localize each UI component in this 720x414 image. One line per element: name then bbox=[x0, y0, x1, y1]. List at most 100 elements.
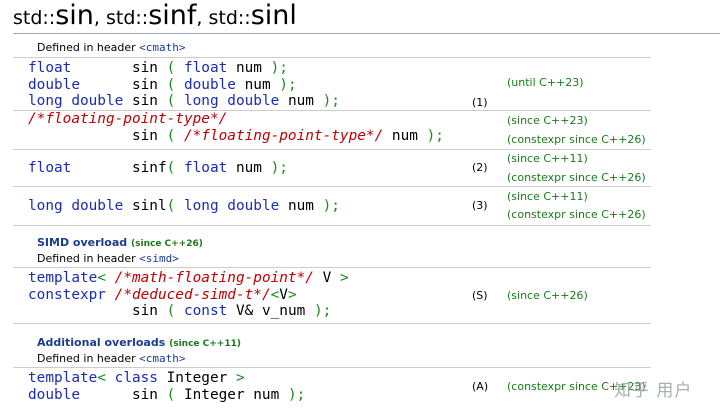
title-separator: , bbox=[93, 7, 106, 29]
overload-number: (2) bbox=[472, 161, 488, 174]
code-line: long double sin ( long double num ); bbox=[28, 93, 340, 110]
code-keyword: float bbox=[183, 160, 228, 176]
overload-number: (A) bbox=[472, 380, 489, 393]
title-divider bbox=[13, 33, 720, 34]
defined-in-header: Defined in header <cmath> bbox=[37, 352, 186, 365]
code-punctuation: ); bbox=[279, 76, 297, 93]
code-text: sin bbox=[28, 127, 167, 144]
code-text: num bbox=[235, 76, 280, 93]
row-divider bbox=[13, 225, 651, 226]
code-keyword: double bbox=[28, 386, 80, 403]
code-punctuation: ( bbox=[166, 93, 176, 109]
section-title-text: Additional overloads bbox=[37, 336, 166, 349]
header-link-cmath[interactable]: <cmath> bbox=[139, 352, 185, 365]
declaration-2: float sinf( float num ); bbox=[28, 160, 288, 177]
code-keyword: const bbox=[183, 303, 228, 319]
code-keyword: long double bbox=[183, 198, 280, 214]
code-punctuation: ); bbox=[270, 60, 288, 76]
title-namespace: std:: bbox=[13, 7, 56, 29]
code-punctuation: > bbox=[287, 286, 297, 303]
defined-in-header: Defined in header <simd> bbox=[37, 252, 179, 265]
code-punctuation: ( bbox=[166, 160, 176, 176]
code-text: V& v_num bbox=[227, 303, 314, 319]
code-text: num bbox=[227, 60, 271, 76]
declaration-3: long double sinl( long double num ); bbox=[28, 198, 340, 215]
code-text: sin bbox=[79, 386, 167, 403]
watermark: 知乎 用户 bbox=[614, 381, 693, 401]
header-label: Defined in header bbox=[37, 352, 140, 365]
code-comment: /*floating-point-type*/ bbox=[183, 127, 384, 144]
code-text: num bbox=[279, 93, 323, 109]
code-punctuation: ( bbox=[166, 60, 176, 76]
code-punctuation: ( bbox=[166, 303, 176, 319]
code-keyword: long double bbox=[28, 93, 124, 109]
code-keyword: constexpr bbox=[28, 286, 106, 303]
code-line: constexpr /*deduced-simd-t*/<V> bbox=[28, 287, 349, 304]
title-namespace: std:: bbox=[208, 7, 251, 29]
row-divider bbox=[13, 149, 651, 150]
page-title: std::sin, std::sinf, std::sinl bbox=[13, 0, 297, 32]
code-punctuation: ); bbox=[322, 93, 340, 109]
code-punctuation: < bbox=[97, 270, 106, 286]
code-line: float sinf( float num ); bbox=[28, 160, 288, 177]
code-punctuation: ); bbox=[270, 160, 288, 176]
code-text: num bbox=[279, 198, 323, 214]
code-text: V bbox=[279, 286, 288, 303]
code-text: Integer bbox=[157, 370, 236, 386]
code-punctuation: ); bbox=[426, 127, 444, 144]
code-keyword: long double bbox=[183, 93, 280, 109]
code-line: long double sinl( long double num ); bbox=[28, 198, 340, 215]
title-function-sinf: sinf bbox=[148, 0, 197, 31]
code-punctuation: < bbox=[270, 286, 280, 303]
code-text: sin bbox=[28, 303, 167, 319]
code-punctuation: ); bbox=[322, 198, 340, 214]
header-link-cmath[interactable]: <cmath> bbox=[139, 41, 185, 54]
title-function-sin: sin bbox=[55, 0, 94, 31]
section-since: (since C++11) bbox=[169, 339, 241, 349]
code-text: sin bbox=[123, 93, 167, 109]
code-text: V bbox=[313, 270, 340, 286]
code-keyword: double bbox=[183, 76, 236, 93]
code-line: double sin ( Integer num ); bbox=[28, 387, 305, 404]
code-line: sin ( /*floating-point-type*/ num ); bbox=[28, 128, 444, 145]
code-punctuation: ); bbox=[287, 386, 306, 403]
declaration-simd: template< /*math-floating-point*/ V > con… bbox=[28, 270, 349, 320]
row-divider bbox=[13, 186, 651, 187]
code-comment: /*math-floating-point*/ bbox=[114, 270, 314, 286]
section-since: (since C++26) bbox=[131, 239, 203, 249]
code-punctuation: > bbox=[339, 270, 349, 286]
reference-page: std::sin, std::sinf, std::sinl Defined i… bbox=[0, 0, 720, 414]
since-note: (since C++11) bbox=[507, 152, 588, 165]
code-comment: /*deduced-simd-t*/ bbox=[114, 286, 271, 303]
declaration-integer: template< class Integer > double sin ( In… bbox=[28, 370, 305, 403]
overload-number: (1) bbox=[472, 96, 488, 109]
code-punctuation: > bbox=[235, 370, 245, 386]
header-link-simd[interactable]: <simd> bbox=[139, 252, 179, 265]
code-punctuation: ); bbox=[313, 303, 332, 319]
since-note: (since C++26) bbox=[507, 289, 588, 302]
code-keyword: long double bbox=[28, 198, 124, 214]
code-line: template< class Integer > bbox=[28, 370, 305, 387]
row-divider bbox=[13, 367, 651, 368]
title-namespace: std:: bbox=[106, 7, 149, 29]
code-line: /*floating-point-type*/ bbox=[28, 111, 444, 128]
code-keyword: double bbox=[28, 76, 80, 93]
row-divider bbox=[13, 57, 651, 58]
defined-in-header: Defined in header <cmath> bbox=[37, 41, 186, 54]
code-keyword: class bbox=[114, 370, 158, 386]
since-note: (until C++23) bbox=[507, 76, 584, 89]
since-note-constexpr: (constexpr since C++26) bbox=[507, 208, 646, 221]
since-note: (since C++11) bbox=[507, 190, 588, 203]
code-keyword: float bbox=[28, 160, 72, 176]
row-divider bbox=[13, 323, 651, 324]
since-note: (since C++23) bbox=[507, 114, 588, 127]
code-comment: /*floating-point-type*/ bbox=[28, 111, 228, 127]
code-text: Integer num bbox=[175, 386, 288, 403]
